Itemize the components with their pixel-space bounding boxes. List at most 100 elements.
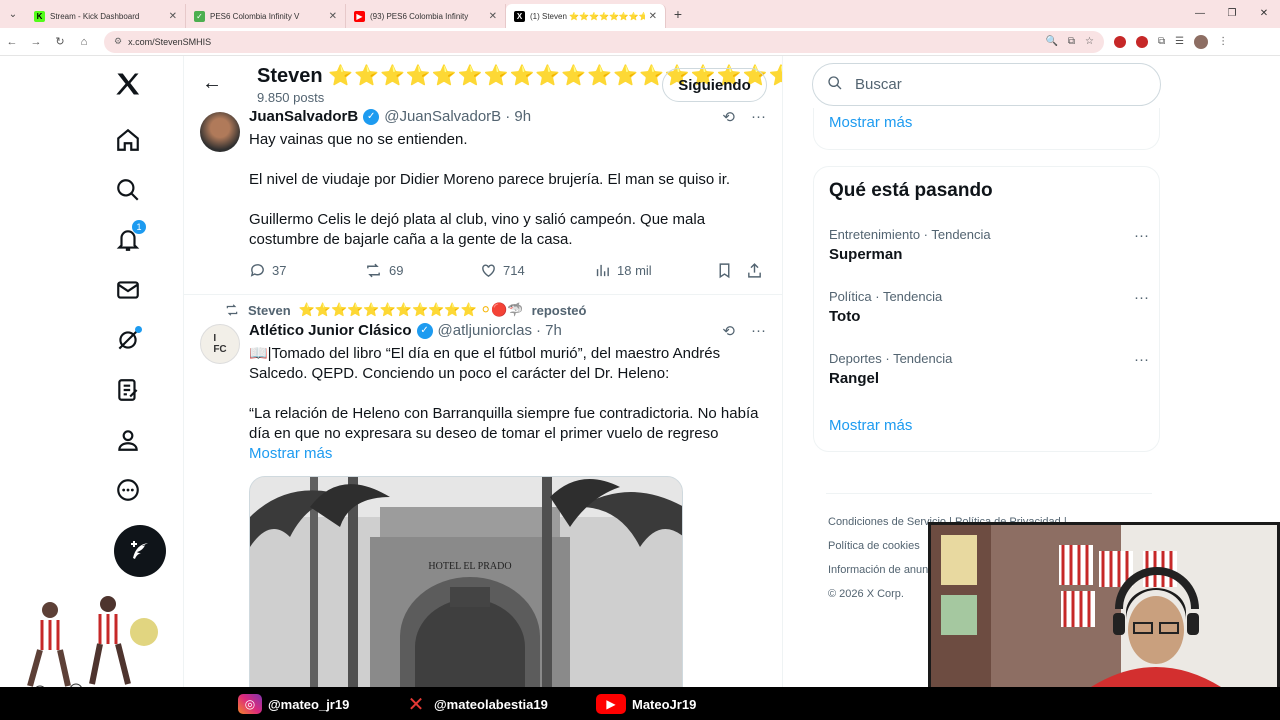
repost-count: 69 — [389, 263, 404, 278]
profile-avatar[interactable] — [1194, 34, 1209, 49]
close-icon[interactable]: ✕ — [169, 11, 177, 22]
more-circle-icon[interactable] — [112, 474, 144, 506]
trend-item[interactable]: Deportes · Tendencia Rangel ··· — [829, 351, 1149, 387]
reposter-name[interactable]: Steven — [248, 303, 291, 318]
author-handle[interactable]: @atljuniorclas — [438, 322, 532, 339]
compose-post-button[interactable] — [114, 525, 166, 577]
author-name[interactable]: JuanSalvadorB — [249, 108, 358, 125]
tweet-time[interactable]: · 7h — [536, 322, 562, 339]
tab-search-icon[interactable]: ⌄ — [0, 9, 26, 20]
show-more-link[interactable]: Mostrar más — [829, 114, 912, 131]
profile-name-text: Steven — [257, 65, 323, 87]
more-options-icon[interactable]: ··· — [1134, 227, 1149, 244]
tab-x[interactable]: X (1) Steven ⭐⭐⭐⭐⭐⭐⭐⭐⭐ ✕ — [506, 4, 666, 28]
tweet-actions: 37 69 714 18 mil — [249, 262, 769, 279]
repost-icon — [367, 263, 380, 278]
lists-icon[interactable] — [112, 374, 144, 406]
tweet-tools: ⟲ ··· — [722, 108, 766, 126]
views-button[interactable]: 18 mil — [594, 262, 716, 279]
avatar[interactable] — [200, 112, 240, 152]
more-options-icon[interactable]: ··· — [751, 108, 766, 126]
more-options-icon[interactable]: ··· — [1134, 289, 1149, 306]
window-controls: — ❐ ✕ — [1184, 0, 1280, 28]
notification-badge: 1 — [132, 220, 146, 234]
tab-title: Stream - Kick Dashboard — [50, 11, 140, 21]
search-box[interactable]: Buscar — [812, 63, 1161, 106]
grok-explain-icon[interactable]: ⟲ — [722, 322, 735, 340]
tweet-author: Atlético Junior Clásico ✓ @atljuniorclas… — [249, 322, 562, 339]
menu-list-icon[interactable]: ☰ — [1175, 36, 1184, 47]
share-button[interactable] — [746, 262, 763, 279]
tweet-text: 📖|Tomado del libro “El día en que el fút… — [249, 344, 769, 464]
divider — [826, 493, 1152, 494]
explore-search-icon[interactable] — [112, 174, 144, 206]
close-icon[interactable]: ✕ — [329, 11, 337, 22]
x-logo-icon[interactable] — [112, 68, 144, 100]
more-options-icon[interactable]: ··· — [751, 322, 766, 340]
grok-icon[interactable] — [112, 324, 144, 356]
close-icon[interactable]: ✕ — [649, 11, 657, 22]
tweet-card[interactable]: Steven ⭐⭐⭐⭐⭐⭐⭐⭐⭐⭐⭐ ⚪🔴🦈 reposteó I FC Atlé… — [184, 300, 782, 720]
reply-button[interactable]: 37 — [249, 262, 364, 279]
who-to-follow-card: Mostrar más — [813, 108, 1160, 150]
extension-icon[interactable] — [1136, 35, 1148, 48]
profile-header: ← Steven ⭐⭐⭐⭐⭐⭐⭐⭐⭐⭐⭐⭐⭐⭐⭐⭐⭐⭐⭐⭐⭐⭐⭐⭐⭐⭐⭐⭐⭐⭐ … — [184, 56, 782, 112]
close-window-icon[interactable]: ✕ — [1248, 0, 1280, 28]
more-vertical-icon[interactable]: ⋮ — [1218, 36, 1228, 47]
forward-icon[interactable]: → — [24, 36, 48, 48]
home-icon[interactable]: ⌂ — [72, 36, 96, 48]
repost-button[interactable]: 69 — [364, 262, 480, 279]
trend-item[interactable]: Política · Tendencia Toto ··· — [829, 289, 1149, 325]
maximize-icon[interactable]: ❐ — [1216, 0, 1248, 28]
feather-plus-icon — [131, 541, 148, 559]
install-icon[interactable]: ⧉ — [1068, 36, 1075, 47]
profile-icon[interactable] — [112, 424, 144, 456]
close-icon[interactable]: ✕ — [489, 11, 497, 22]
back-icon[interactable]: ← — [0, 36, 24, 48]
like-button[interactable]: 714 — [480, 262, 594, 279]
verified-badge-icon: ✓ — [363, 108, 380, 125]
tweet-paragraph: El nivel de viudaje por Didier Moreno pa… — [249, 171, 731, 188]
address-bar: ← → ↻ ⌂ ⚙ x.com/StevenSMHIS 🔍 ⧉ ☆ ⧉ ☰ ⋮ — [0, 28, 1280, 56]
following-button[interactable]: Siguiendo — [662, 68, 767, 102]
tweet-card[interactable]: JuanSalvadorB ✓ @JuanSalvadorB · 9h ⟲ ··… — [184, 108, 782, 292]
bookmark-star-icon[interactable]: ☆ — [1085, 36, 1094, 47]
trend-item[interactable]: Entretenimiento · Tendencia Superman ··· — [829, 227, 1149, 263]
author-handle[interactable]: @JuanSalvadorB — [384, 108, 501, 125]
extensions-area: ⧉ ☰ ⋮ — [1114, 34, 1228, 49]
tweet-time[interactable]: · 9h — [505, 108, 531, 125]
zoom-icon[interactable]: 🔍 — [1045, 36, 1057, 47]
youtube-handle: ▶ MateoJr19 — [596, 694, 696, 714]
tweet-image[interactable]: HOTEL EL PRADO — [249, 476, 683, 716]
messages-mail-icon[interactable] — [112, 274, 144, 306]
home-icon[interactable] — [112, 124, 144, 156]
minimize-icon[interactable]: — — [1184, 0, 1216, 28]
bookmark-button[interactable] — [716, 262, 746, 279]
extension-icon[interactable] — [1114, 35, 1126, 48]
browser-tab-bar: ⌄ K Stream - Kick Dashboard ✕ ✓ PES6 Col… — [0, 0, 1280, 28]
author-name[interactable]: Atlético Junior Clásico — [249, 322, 412, 339]
puzzle-icon[interactable]: ⧉ — [1158, 36, 1165, 47]
post-count: 9.850 posts — [257, 90, 325, 105]
instagram-icon: ◎ — [238, 694, 262, 714]
show-more-link[interactable]: Mostrar más — [249, 445, 332, 462]
tab-kick[interactable]: K Stream - Kick Dashboard ✕ — [26, 4, 186, 28]
tab-pes6[interactable]: ✓ PES6 Colombia Infinity V ✕ — [186, 4, 346, 28]
repost-icon — [226, 304, 238, 316]
x-logo-icon: ✕ — [407, 693, 425, 716]
tab-youtube[interactable]: ▶ (93) PES6 Colombia Infinity ✕ — [346, 4, 506, 28]
avatar[interactable]: I FC — [200, 324, 240, 364]
back-arrow-icon[interactable]: ← — [202, 72, 222, 95]
reload-icon[interactable]: ↻ — [48, 35, 72, 48]
like-count: 714 — [503, 263, 525, 278]
x-icon: X — [514, 10, 525, 22]
more-options-icon[interactable]: ··· — [1134, 351, 1149, 368]
notifications-bell-icon[interactable]: 1 — [112, 220, 146, 256]
new-tab-button[interactable]: + — [666, 6, 690, 22]
site-info-icon[interactable]: ⚙ — [114, 36, 122, 47]
url-field[interactable]: ⚙ x.com/StevenSMHIS 🔍 ⧉ ☆ — [104, 30, 1104, 53]
search-icon — [827, 75, 843, 95]
grok-explain-icon[interactable]: ⟲ — [722, 108, 735, 126]
show-more-link[interactable]: Mostrar más — [829, 417, 912, 434]
heart-icon — [482, 264, 495, 278]
